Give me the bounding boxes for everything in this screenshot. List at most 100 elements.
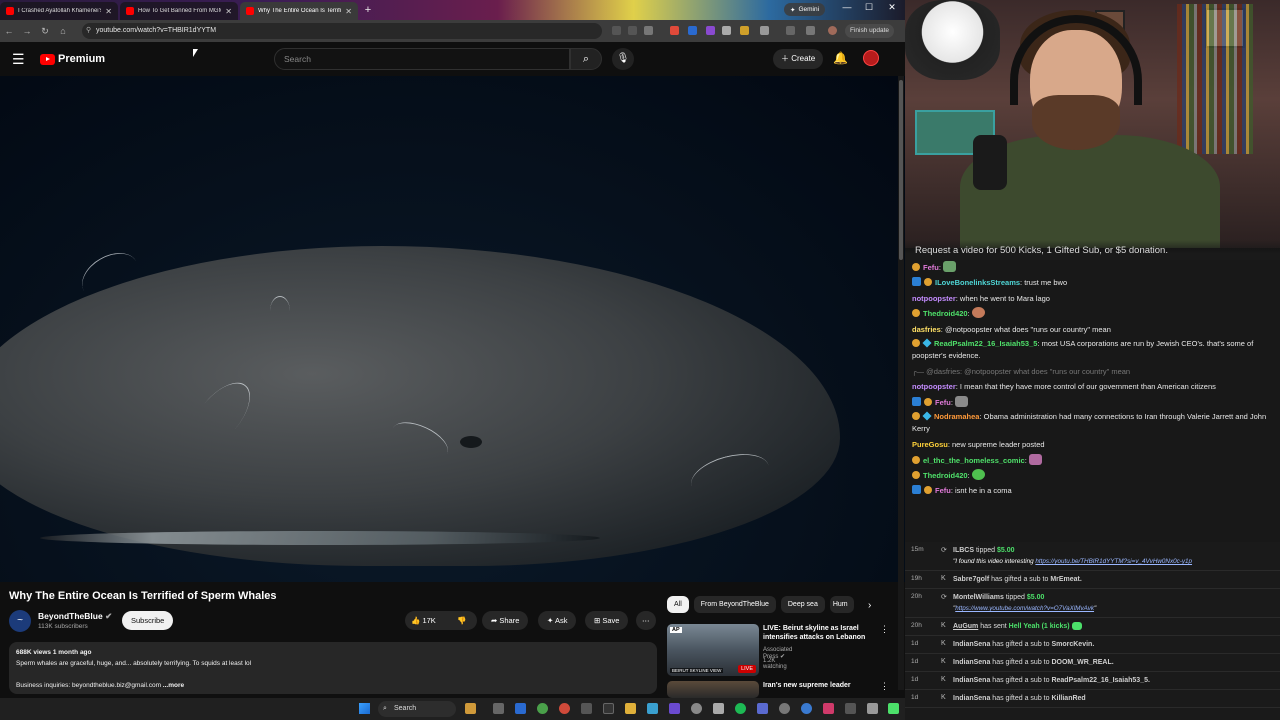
search-input[interactable]: Search — [274, 48, 570, 70]
taskbar-app-icon[interactable] — [537, 703, 548, 714]
chat-username[interactable]: Thedroid420 — [923, 309, 968, 318]
recommendation-thumbnail[interactable] — [667, 681, 759, 698]
chat-username[interactable]: el_thc_the_homeless_comic — [923, 456, 1025, 465]
share-button[interactable]: ➦ Share — [482, 611, 529, 630]
new-tab-icon[interactable]: + — [360, 4, 376, 16]
taskbar-app-icon[interactable] — [888, 703, 899, 714]
taskbar-app-icon[interactable] — [493, 703, 504, 714]
video-player[interactable] — [0, 76, 905, 582]
ask-button[interactable]: ✦ Ask — [538, 611, 577, 630]
bookmark-star-icon[interactable] — [644, 26, 653, 35]
chat-username[interactable]: ILoveBonelinksStreams — [935, 278, 1020, 287]
subscribe-button[interactable]: Subscribe — [122, 611, 174, 630]
event-user[interactable]: Sabre7golf — [953, 576, 989, 583]
close-tab-icon[interactable]: ✕ — [105, 7, 112, 16]
windows-start-icon[interactable] — [359, 703, 370, 714]
event-user[interactable]: IndianSena — [953, 695, 990, 702]
chat-username[interactable]: Fefu — [935, 486, 951, 495]
browser-tab[interactable]: How To Get Banned From MGM ✕ — [120, 2, 238, 20]
taskbar-app-icon[interactable] — [691, 703, 702, 714]
event-target[interactable]: ReadPsalm22_16_Isaiah53_5. — [1051, 677, 1149, 684]
channel-name[interactable]: BeyondTheBlue ✔ — [38, 611, 112, 622]
extension-icon[interactable] — [706, 26, 715, 35]
chip-hum[interactable]: Hum — [829, 596, 854, 613]
taskbar-app-icon[interactable] — [647, 703, 658, 714]
taskbar-search[interactable]: ⌕ Search — [378, 701, 456, 717]
more-actions-icon[interactable]: ⋯ — [636, 611, 656, 630]
gemini-button[interactable]: ✦ Gemini — [784, 3, 826, 16]
chat-username[interactable]: ReadPsalm22_16_Isaiah53_5 — [934, 339, 1037, 348]
like-button[interactable]: 👍 17K — [411, 611, 436, 630]
mic-icon[interactable]: 🎙 — [612, 48, 634, 70]
create-button[interactable]: ＋ Create — [773, 49, 824, 69]
close-window-icon[interactable]: ✕ — [881, 2, 903, 13]
chat-username[interactable]: notpoopster — [912, 382, 956, 391]
event-user[interactable]: IndianSena — [953, 641, 990, 648]
more-icon[interactable]: ⋮ — [880, 681, 889, 692]
taskbar-app-icon[interactable] — [581, 703, 592, 714]
scrollbar-thumb[interactable] — [899, 80, 903, 260]
show-more-link[interactable]: ...more — [163, 682, 184, 689]
chat-username[interactable]: dasfries — [912, 325, 941, 334]
chip-channel[interactable]: From BeyondTheBlue — [693, 596, 776, 613]
taskbar-app-icon[interactable] — [515, 703, 526, 714]
url-field[interactable]: ⚲ youtube.com/watch?v=THBIR1dYYTM — [82, 23, 602, 39]
chat-username[interactable]: PureGosu — [912, 440, 948, 449]
event-target[interactable]: SmorcKevin. — [1051, 641, 1094, 648]
zoom-icon[interactable] — [612, 26, 621, 35]
close-tab-icon[interactable]: ✕ — [345, 7, 352, 16]
profile-avatar-icon[interactable] — [828, 26, 837, 35]
taskbar-app-icon[interactable] — [801, 703, 812, 714]
close-tab-icon[interactable]: ✕ — [225, 7, 232, 16]
chat-username[interactable]: Fefu — [935, 398, 951, 407]
event-target[interactable]: MrEmeat. — [1050, 576, 1082, 583]
taskbar-app-icon[interactable] — [867, 703, 878, 714]
minimize-icon[interactable]: — — [836, 2, 858, 12]
event-link[interactable]: https://youtu.be/THBIR1dYYTM?si=v_4VvHw0… — [1035, 558, 1192, 565]
event-user[interactable]: AuGum — [953, 623, 978, 630]
back-icon[interactable]: ← — [0, 26, 18, 36]
search-icon[interactable]: ⌕ — [570, 48, 602, 70]
recommendation-thumbnail[interactable]: AP BEIRUT SKYLINE VIEW LIVE — [667, 624, 759, 676]
save-button[interactable]: ⊞ Save — [585, 611, 629, 630]
extension-icon[interactable] — [722, 26, 731, 35]
taskbar-app-icon[interactable] — [757, 703, 768, 714]
event-user[interactable]: ILBCS — [953, 547, 974, 554]
event-user[interactable]: MontelWilliams — [953, 594, 1004, 601]
maximize-icon[interactable]: ☐ — [858, 2, 880, 13]
download-icon[interactable] — [806, 26, 815, 35]
taskbar-app-icon[interactable] — [823, 703, 834, 714]
home-icon[interactable]: ⌂ — [54, 26, 72, 36]
taskbar-app-icon[interactable] — [465, 703, 476, 714]
chevron-right-icon[interactable]: › — [868, 600, 871, 611]
browser-tab[interactable]: I Crashed Ayatollah Khamenei's ✕ — [0, 2, 118, 20]
forward-icon[interactable]: → — [18, 26, 36, 36]
youtube-logo[interactable]: Premium — [40, 53, 105, 65]
chat-username[interactable]: notpoopster — [912, 294, 956, 303]
bell-icon[interactable]: 🔔 — [833, 51, 848, 65]
sidepanel-icon[interactable] — [786, 26, 795, 35]
extension-icon[interactable] — [670, 26, 679, 35]
browser-tab-active[interactable]: Why The Entire Ocean Is Terrifi ✕ — [240, 2, 358, 20]
event-target[interactable]: DOOM_WR_REAL. — [1051, 659, 1113, 666]
taskbar-app-icon[interactable] — [669, 703, 680, 714]
hamburger-icon[interactable]: ☰ — [12, 51, 25, 68]
dislike-icon[interactable]: 👎 — [457, 611, 466, 630]
extension-icon[interactable] — [740, 26, 749, 35]
chip-deep-sea[interactable]: Deep sea — [780, 596, 825, 613]
taskbar-app-icon[interactable] — [845, 703, 856, 714]
taskbar-app-icon[interactable] — [779, 703, 790, 714]
extension-icon[interactable] — [688, 26, 697, 35]
chat-username[interactable]: Nodramahea — [934, 412, 979, 421]
chip-all[interactable]: All — [667, 596, 689, 613]
chat-username[interactable]: Fefu — [923, 263, 939, 272]
event-user[interactable]: IndianSena — [953, 659, 990, 666]
puzzle-icon[interactable] — [760, 26, 769, 35]
reload-icon[interactable]: ↻ — [36, 26, 54, 37]
more-icon[interactable]: ⋮ — [880, 624, 889, 635]
event-link[interactable]: https://www.youtube.com/watch?v=O7VaXlMv… — [955, 605, 1094, 612]
event-user[interactable]: IndianSena — [953, 677, 990, 684]
video-description[interactable]: 688K views 1 month ago Sperm whales are … — [9, 642, 657, 694]
channel-avatar[interactable]: ~ — [9, 610, 31, 632]
taskbar-app-icon[interactable] — [735, 703, 746, 714]
